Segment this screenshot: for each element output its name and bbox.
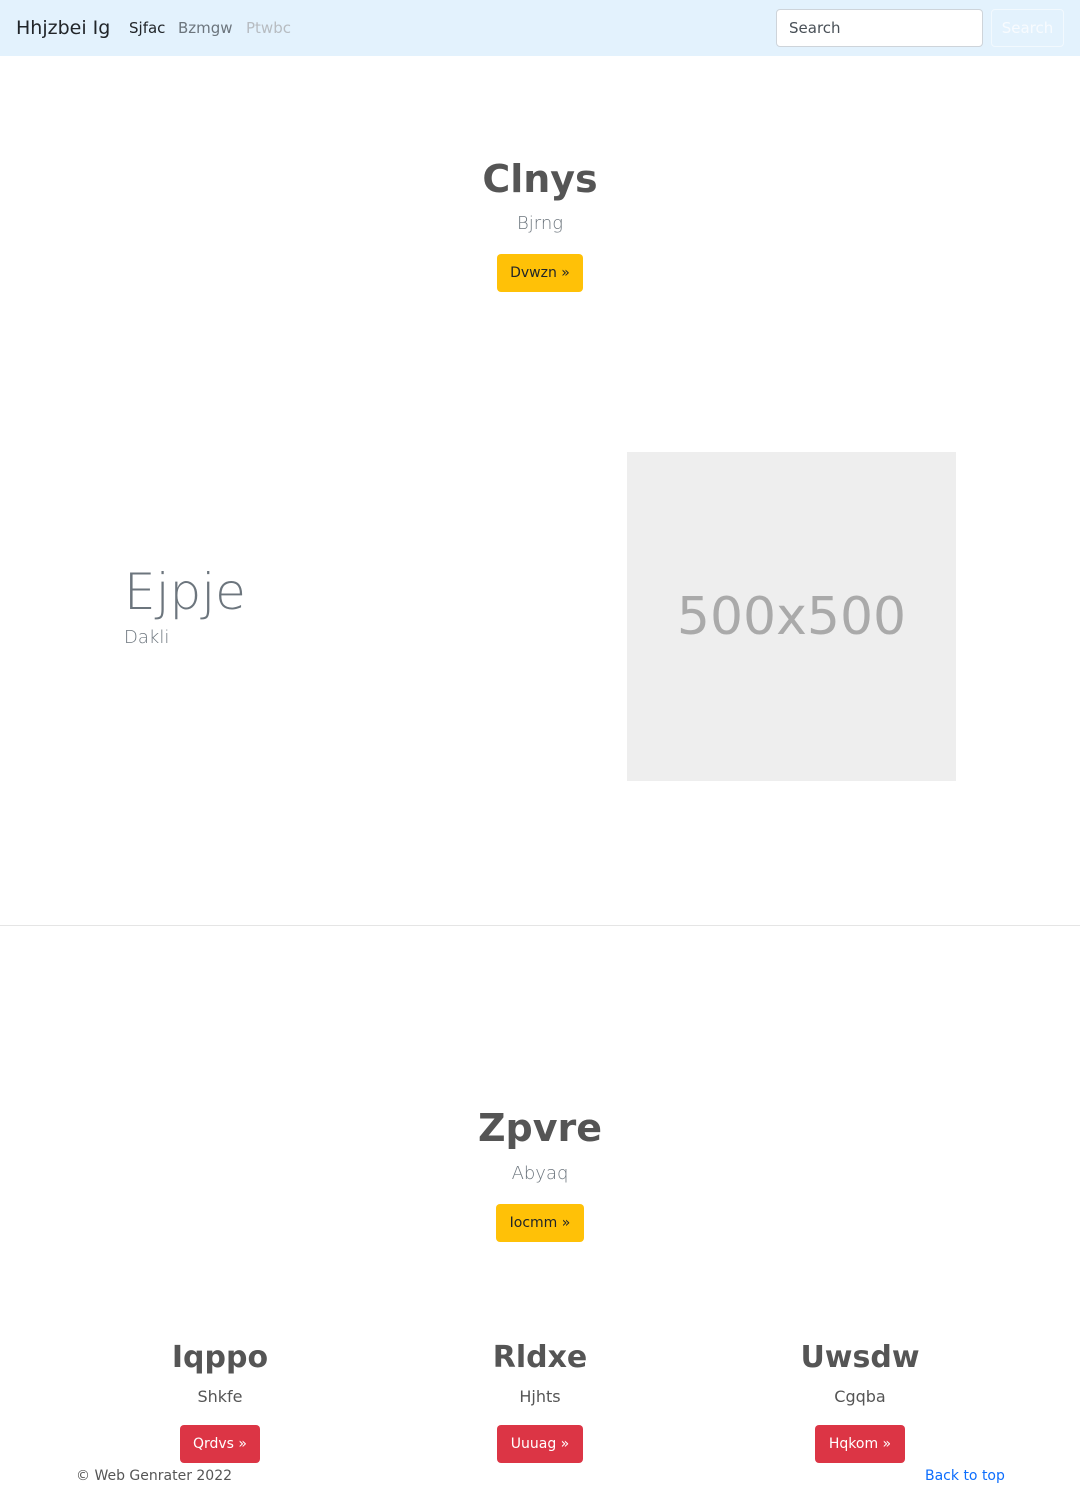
section2-button[interactable]: Iocmm » [496,1204,584,1242]
column-subtitle: Hjhts [519,1387,561,1406]
column-card: Iqppo Shkfe [60,1340,380,1408]
nav-link-bzmgw[interactable]: Bzmgw [178,18,233,38]
feature-subtitle: Dakli [124,627,170,648]
column-button-hqkom[interactable]: Hqkom » [815,1425,905,1463]
placeholder-image-label: 500x500 [676,586,907,647]
feature-title: Ejpje [124,563,246,621]
footer-copyright: © Web Genrater 2022 [76,1468,233,1484]
hero-subtitle: Bjrng [516,213,564,234]
search-input[interactable] [776,9,983,47]
nav-link-ptwbc: Ptwbc [246,19,291,37]
column-card: Rldxe Hjhts [380,1340,700,1408]
column-subtitle: Cgqba [834,1387,886,1406]
column-title: Uwsdw [800,1340,920,1375]
column-button-qrdvs[interactable]: Qrdvs » [180,1425,260,1463]
navbar-brand[interactable]: Hhjzbei Ig [16,15,110,41]
hero-title: Clnys [482,157,598,201]
section2-title: Zpvre [477,1106,603,1150]
nav-link-sjfac[interactable]: Sjfac [129,18,165,38]
section2-subtitle: Abyaq [511,1163,569,1184]
navbar: Hhjzbei Ig Sjfac Bzmgw Ptwbc Search [0,0,1080,56]
hero-button[interactable]: Dvwzn » [497,254,583,292]
column-title: Iqppo [171,1340,269,1375]
column-card: Uwsdw Cgqba [700,1340,1020,1408]
column-subtitle: Shkfe [197,1387,243,1406]
back-to-top-link[interactable]: Back to top [925,1466,1005,1486]
column-button-uuuag[interactable]: Uuuag » [497,1425,583,1463]
search-button[interactable]: Search [991,9,1064,47]
placeholder-image: 500x500 [627,452,956,781]
section-divider [0,925,1080,926]
column-title: Rldxe [492,1340,588,1375]
